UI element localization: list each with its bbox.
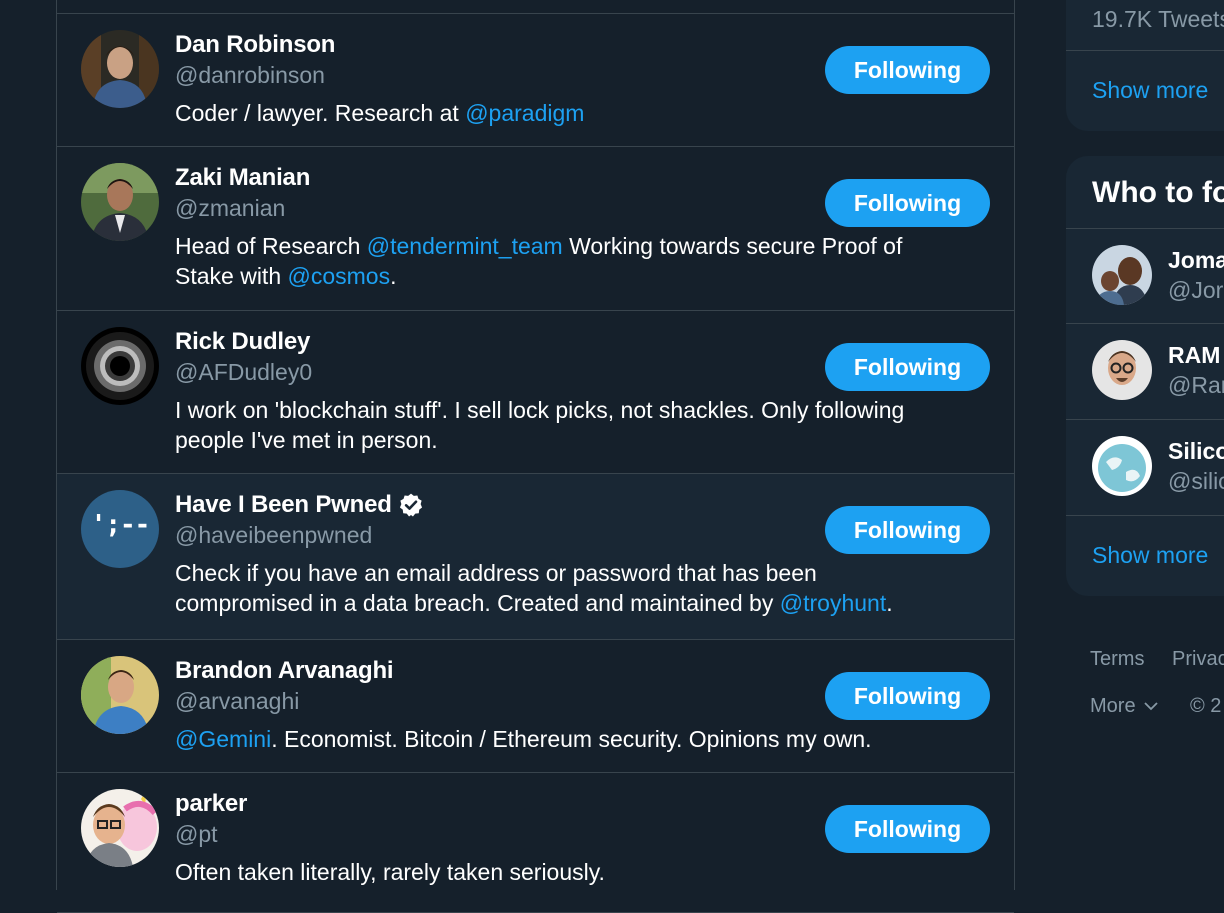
who-to-follow-heading: Who to follow — [1092, 176, 1224, 209]
previous-cell-edge — [57, 0, 1014, 14]
user-bio: Check if you have an email address or pa… — [175, 558, 990, 618]
avatar-text: ';-- — [90, 510, 151, 540]
user-cell-afdudley0[interactable]: Rick Dudley @AFDudley0 I work on 'blockc… — [57, 311, 1014, 474]
user-cell-zmanian[interactable]: Zaki Manian @zmanian Head of Research @t… — [57, 147, 1014, 311]
tweet-count: 19.7K Tweets — [1092, 6, 1224, 32]
user-name[interactable]: parker — [175, 790, 247, 818]
who-to-follow-card: Who to follow Joma @Jor — [1066, 156, 1224, 596]
user-bio: Coder / lawyer. Research at @paradigm — [175, 98, 990, 128]
bio-text: . — [886, 590, 893, 616]
suggestion-name[interactable]: RAM — [1168, 342, 1220, 369]
user-cell-danrobinson[interactable]: Dan Robinson @danrobinson Coder / lawyer… — [57, 14, 1014, 147]
suggestion-item[interactable]: Joma @Jor — [1066, 229, 1224, 323]
user-name[interactable]: Dan Robinson — [175, 31, 335, 59]
following-list: Dan Robinson @danrobinson Coder / lawyer… — [56, 0, 1015, 913]
user-name[interactable]: Brandon Arvanaghi — [175, 657, 394, 685]
user-name[interactable]: Have I Been Pwned — [175, 491, 392, 519]
show-more-link[interactable]: Show more — [1092, 77, 1208, 104]
bio-mention-link[interactable]: @tendermint_team — [367, 233, 563, 259]
suggestion-item[interactable]: Silico @silic — [1066, 420, 1224, 514]
user-cell-haveibeenpwned[interactable]: ';-- Have I Been Pwned @haveibeenpwned C… — [57, 474, 1014, 640]
bio-text: . — [390, 263, 397, 289]
suggestion-item[interactable]: RAM @Ram — [1066, 324, 1224, 418]
bio-text: . Economist. Bitcoin / Ethereum security… — [271, 726, 872, 752]
following-button[interactable]: Following — [825, 46, 990, 94]
bio-text: compromised in a data breach. Created an… — [175, 590, 780, 616]
user-cell-arvanaghi[interactable]: Brandon Arvanaghi @arvanaghi @Gemini. Ec… — [57, 640, 1014, 773]
avatar[interactable] — [81, 163, 159, 241]
following-button[interactable]: Following — [825, 805, 990, 853]
bio-text: Working towards secure Proof of — [562, 233, 903, 259]
user-bio: Often taken literally, rarely taken seri… — [175, 859, 605, 885]
following-button[interactable]: Following — [825, 506, 990, 554]
user-name[interactable]: Zaki Manian — [175, 164, 310, 192]
verified-badge-icon — [398, 492, 424, 518]
footer-more-label: More — [1090, 695, 1136, 717]
bio-line: people I've met in person. — [175, 427, 438, 453]
suggestion-name[interactable]: Silico — [1168, 438, 1224, 465]
avatar[interactable] — [1092, 340, 1152, 400]
avatar[interactable] — [81, 789, 159, 867]
avatar[interactable]: ';-- — [81, 490, 159, 568]
bio-mention-link[interactable]: @troyhunt — [780, 590, 886, 616]
user-bio: I work on 'blockchain stuff'. I sell loc… — [175, 395, 990, 455]
footer-privacy-link[interactable]: Privacy — [1172, 648, 1224, 671]
avatar[interactable] — [81, 656, 159, 734]
suggestion-handle: @Ram — [1168, 372, 1224, 398]
user-bio: @Gemini. Economist. Bitcoin / Ethereum s… — [175, 724, 990, 754]
chevron-down-icon — [1143, 695, 1159, 718]
bio-mention-link[interactable]: @cosmos — [288, 263, 391, 289]
user-name[interactable]: Rick Dudley — [175, 328, 310, 356]
footer-copyright: © 2 — [1190, 695, 1222, 717]
following-button[interactable]: Following — [825, 343, 990, 391]
avatar[interactable] — [81, 327, 159, 405]
avatar[interactable] — [1092, 436, 1152, 496]
bio-text: Head of Research — [175, 233, 367, 259]
bio-line: Check if you have an email address or pa… — [175, 560, 817, 586]
divider — [1066, 50, 1224, 51]
profile-stats-card: 19.7K Tweets Show more — [1066, 0, 1224, 131]
footer-more-link[interactable]: More — [1090, 695, 1159, 718]
bio-text: Stake with — [175, 263, 288, 289]
suggestion-name[interactable]: Joma — [1168, 247, 1224, 274]
user-cell-pt[interactable]: parker @pt Often taken literally, rarely… — [57, 773, 1014, 913]
avatar[interactable] — [1092, 245, 1152, 305]
suggestion-handle: @silic — [1168, 468, 1224, 494]
footer-terms-link[interactable]: Terms — [1090, 648, 1144, 671]
following-button[interactable]: Following — [825, 672, 990, 720]
bio-text: Coder / lawyer. Research at — [175, 100, 466, 126]
suggestion-handle: @Jor — [1168, 277, 1224, 303]
bio-mention-link[interactable]: @Gemini — [175, 726, 271, 752]
bio-line: I work on 'blockchain stuff'. I sell loc… — [175, 397, 905, 423]
divider — [1066, 515, 1224, 516]
bio-mention-link[interactable]: @paradigm — [465, 100, 584, 126]
show-more-link[interactable]: Show more — [1092, 542, 1208, 569]
following-button[interactable]: Following — [825, 179, 990, 227]
avatar[interactable] — [81, 30, 159, 108]
user-bio: Head of Research @tendermint_team Workin… — [175, 231, 990, 291]
